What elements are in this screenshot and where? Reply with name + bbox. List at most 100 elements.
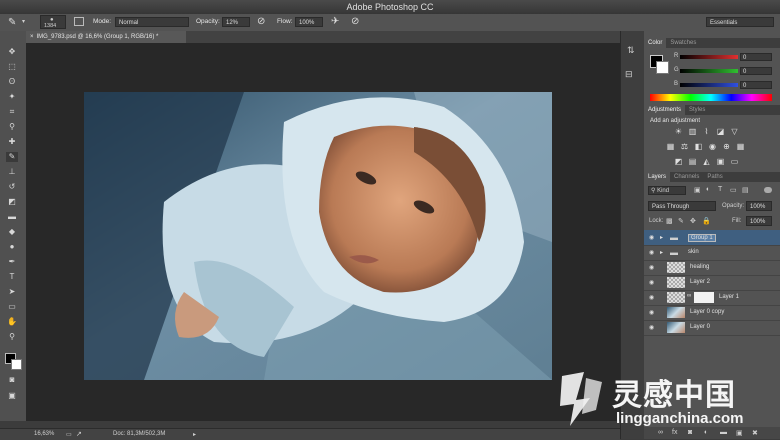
channel-g-slider[interactable] (680, 69, 738, 73)
document-canvas-image[interactable] (84, 92, 552, 380)
visibility-eye-icon[interactable]: ◉ (649, 264, 654, 271)
status-menu-arrow-icon[interactable]: ▸ (193, 431, 196, 438)
hue-saturation-icon[interactable]: ▦ (666, 143, 675, 151)
layer-row-skin[interactable]: ◉ ▸ ▬ skin (644, 245, 780, 261)
invert-icon[interactable]: ◩ (674, 158, 683, 166)
exposure-icon[interactable]: ◪ (716, 128, 725, 136)
zoom-level[interactable]: 16,63% (34, 431, 54, 437)
expand-arrow-icon[interactable]: ▸ (660, 234, 663, 241)
layer-filter-kind[interactable]: ⚲ Kind (648, 186, 686, 195)
tab-channels[interactable]: Channels (670, 174, 703, 180)
tab-styles[interactable]: Styles (685, 107, 709, 113)
brush-panel-icon[interactable] (74, 17, 84, 26)
pressure-opacity-icon[interactable]: ⊘ (257, 16, 265, 27)
blur-tool-icon[interactable]: ◆ (6, 227, 18, 237)
visibility-eye-icon[interactable]: ◉ (649, 234, 654, 241)
dodge-tool-icon[interactable]: ● (6, 242, 18, 252)
visibility-eye-icon[interactable]: ◉ (649, 324, 654, 331)
threshold-icon[interactable]: ◭ (702, 158, 711, 166)
brush-tool-icon[interactable]: ✎ (6, 152, 18, 162)
blend-mode-select[interactable]: Pass Through (648, 201, 716, 211)
lock-position-icon[interactable]: ✥ (690, 217, 696, 225)
brush-tool-icon[interactable]: ✎ (8, 17, 16, 28)
pen-tool-icon[interactable]: ✒ (6, 257, 18, 267)
adjustment-filter-icon[interactable]: ◐ (706, 186, 710, 193)
color-spectrum-bar[interactable] (650, 94, 772, 101)
share-icon[interactable]: ↗ (76, 430, 82, 438)
export-icon[interactable]: ▭ (66, 431, 72, 438)
opacity-field[interactable]: 12% (222, 17, 250, 27)
brush-preset-picker[interactable]: ● 1384 (40, 15, 66, 29)
eyedropper-tool-icon[interactable]: ⚲ (6, 122, 18, 132)
tab-layers[interactable]: Layers (644, 172, 671, 182)
marquee-tool-icon[interactable]: ⬚ (6, 62, 18, 72)
layer-name[interactable]: Layer 0 (690, 324, 710, 330)
visibility-eye-icon[interactable]: ◉ (649, 294, 654, 301)
airbrush-icon[interactable]: ✈ (331, 16, 339, 27)
color-balance-icon[interactable]: ⚖ (680, 143, 689, 151)
vibrance-icon[interactable]: ▽ (730, 128, 739, 136)
channel-r-slider[interactable] (680, 55, 738, 59)
link-icon[interactable]: ∞ (687, 293, 691, 299)
layer-name[interactable]: Group 1 (688, 234, 716, 242)
brightness-contrast-icon[interactable]: ☀ (674, 128, 683, 136)
screen-mode-icon[interactable]: ▣ (6, 391, 18, 401)
mode-select[interactable]: Normal (115, 17, 189, 27)
history-panel-icon[interactable]: ⇅ (627, 45, 635, 56)
color-lookup-icon[interactable]: ▦ (736, 143, 745, 151)
document-tab[interactable]: × IMG_9783.psd @ 16,6% (Group 1, RGB/16) … (26, 31, 186, 43)
selective-color-icon[interactable]: ▣ (716, 158, 725, 166)
pressure-size-icon[interactable]: ⊘ (351, 16, 359, 27)
tab-adjustments[interactable]: Adjustments (644, 105, 686, 115)
layer-name[interactable]: skin (688, 249, 699, 255)
channel-mixer-icon[interactable]: ⊕ (722, 143, 731, 151)
quick-select-tool-icon[interactable]: ✦ (6, 92, 18, 102)
quick-mask-icon[interactable]: ◙ (6, 375, 18, 385)
move-tool-icon[interactable]: ✥ (6, 47, 18, 57)
layer-row-group-1[interactable]: ◉ ▸ ▬ Group 1 (644, 230, 780, 246)
layer-row-healing[interactable]: ◉ healing (644, 260, 780, 276)
flow-field[interactable]: 100% (295, 17, 323, 27)
layer-name[interactable]: Layer 1 (719, 294, 739, 300)
gradient-map-icon[interactable]: ▭ (730, 158, 739, 166)
tab-color[interactable]: Color (644, 38, 667, 48)
expand-arrow-icon[interactable]: ▸ (660, 249, 663, 256)
black-white-icon[interactable]: ◧ (694, 143, 703, 151)
levels-icon[interactable]: ▥ (688, 128, 697, 136)
photo-filter-icon[interactable]: ◉ (708, 143, 717, 151)
visibility-eye-icon[interactable]: ◉ (649, 279, 654, 286)
hand-tool-icon[interactable]: ✋ (6, 317, 18, 327)
layer-row-layer-1[interactable]: ◉ ∞ Layer 1 (644, 290, 780, 306)
workspace-switcher[interactable]: Essentials (706, 17, 774, 27)
pixel-filter-icon[interactable]: ▣ (694, 186, 701, 194)
fill-field[interactable]: 100% (746, 216, 772, 226)
visibility-eye-icon[interactable]: ◉ (649, 249, 654, 256)
layer-row-layer-2[interactable]: ◉ Layer 2 (644, 275, 780, 291)
bg-color-chip[interactable] (656, 61, 669, 74)
filter-toggle[interactable] (764, 187, 772, 193)
close-icon[interactable]: × (30, 34, 34, 40)
eraser-tool-icon[interactable]: ◩ (6, 197, 18, 207)
layer-row-layer-0[interactable]: ◉ Layer 0 (644, 320, 780, 336)
channel-r-value[interactable]: 0 (740, 53, 772, 61)
type-filter-icon[interactable]: T (718, 186, 722, 193)
lock-all-icon[interactable]: 🔒 (702, 217, 711, 225)
zoom-tool-icon[interactable]: ⚲ (6, 332, 18, 342)
layer-opacity-field[interactable]: 100% (746, 201, 772, 211)
channel-b-slider[interactable] (680, 83, 738, 87)
path-select-tool-icon[interactable]: ➤ (6, 287, 18, 297)
shape-tool-icon[interactable]: ▭ (6, 302, 18, 312)
background-color-swatch[interactable] (11, 359, 22, 370)
layer-mask-thumbnail[interactable] (694, 292, 714, 303)
layer-name[interactable]: Layer 0 copy (690, 309, 724, 315)
properties-panel-icon[interactable]: ⊟ (625, 69, 633, 80)
visibility-eye-icon[interactable]: ◉ (649, 309, 654, 316)
channel-g-value[interactable]: 0 (740, 67, 772, 75)
chevron-down-icon[interactable]: ▾ (22, 18, 25, 25)
healing-tool-icon[interactable]: ✚ (6, 137, 18, 147)
layer-name[interactable]: Layer 2 (690, 279, 710, 285)
layer-name[interactable]: healing (690, 264, 709, 270)
clone-stamp-tool-icon[interactable]: ⊥ (6, 167, 18, 177)
tab-swatches[interactable]: Swatches (666, 40, 700, 46)
tab-paths[interactable]: Paths (703, 174, 726, 180)
